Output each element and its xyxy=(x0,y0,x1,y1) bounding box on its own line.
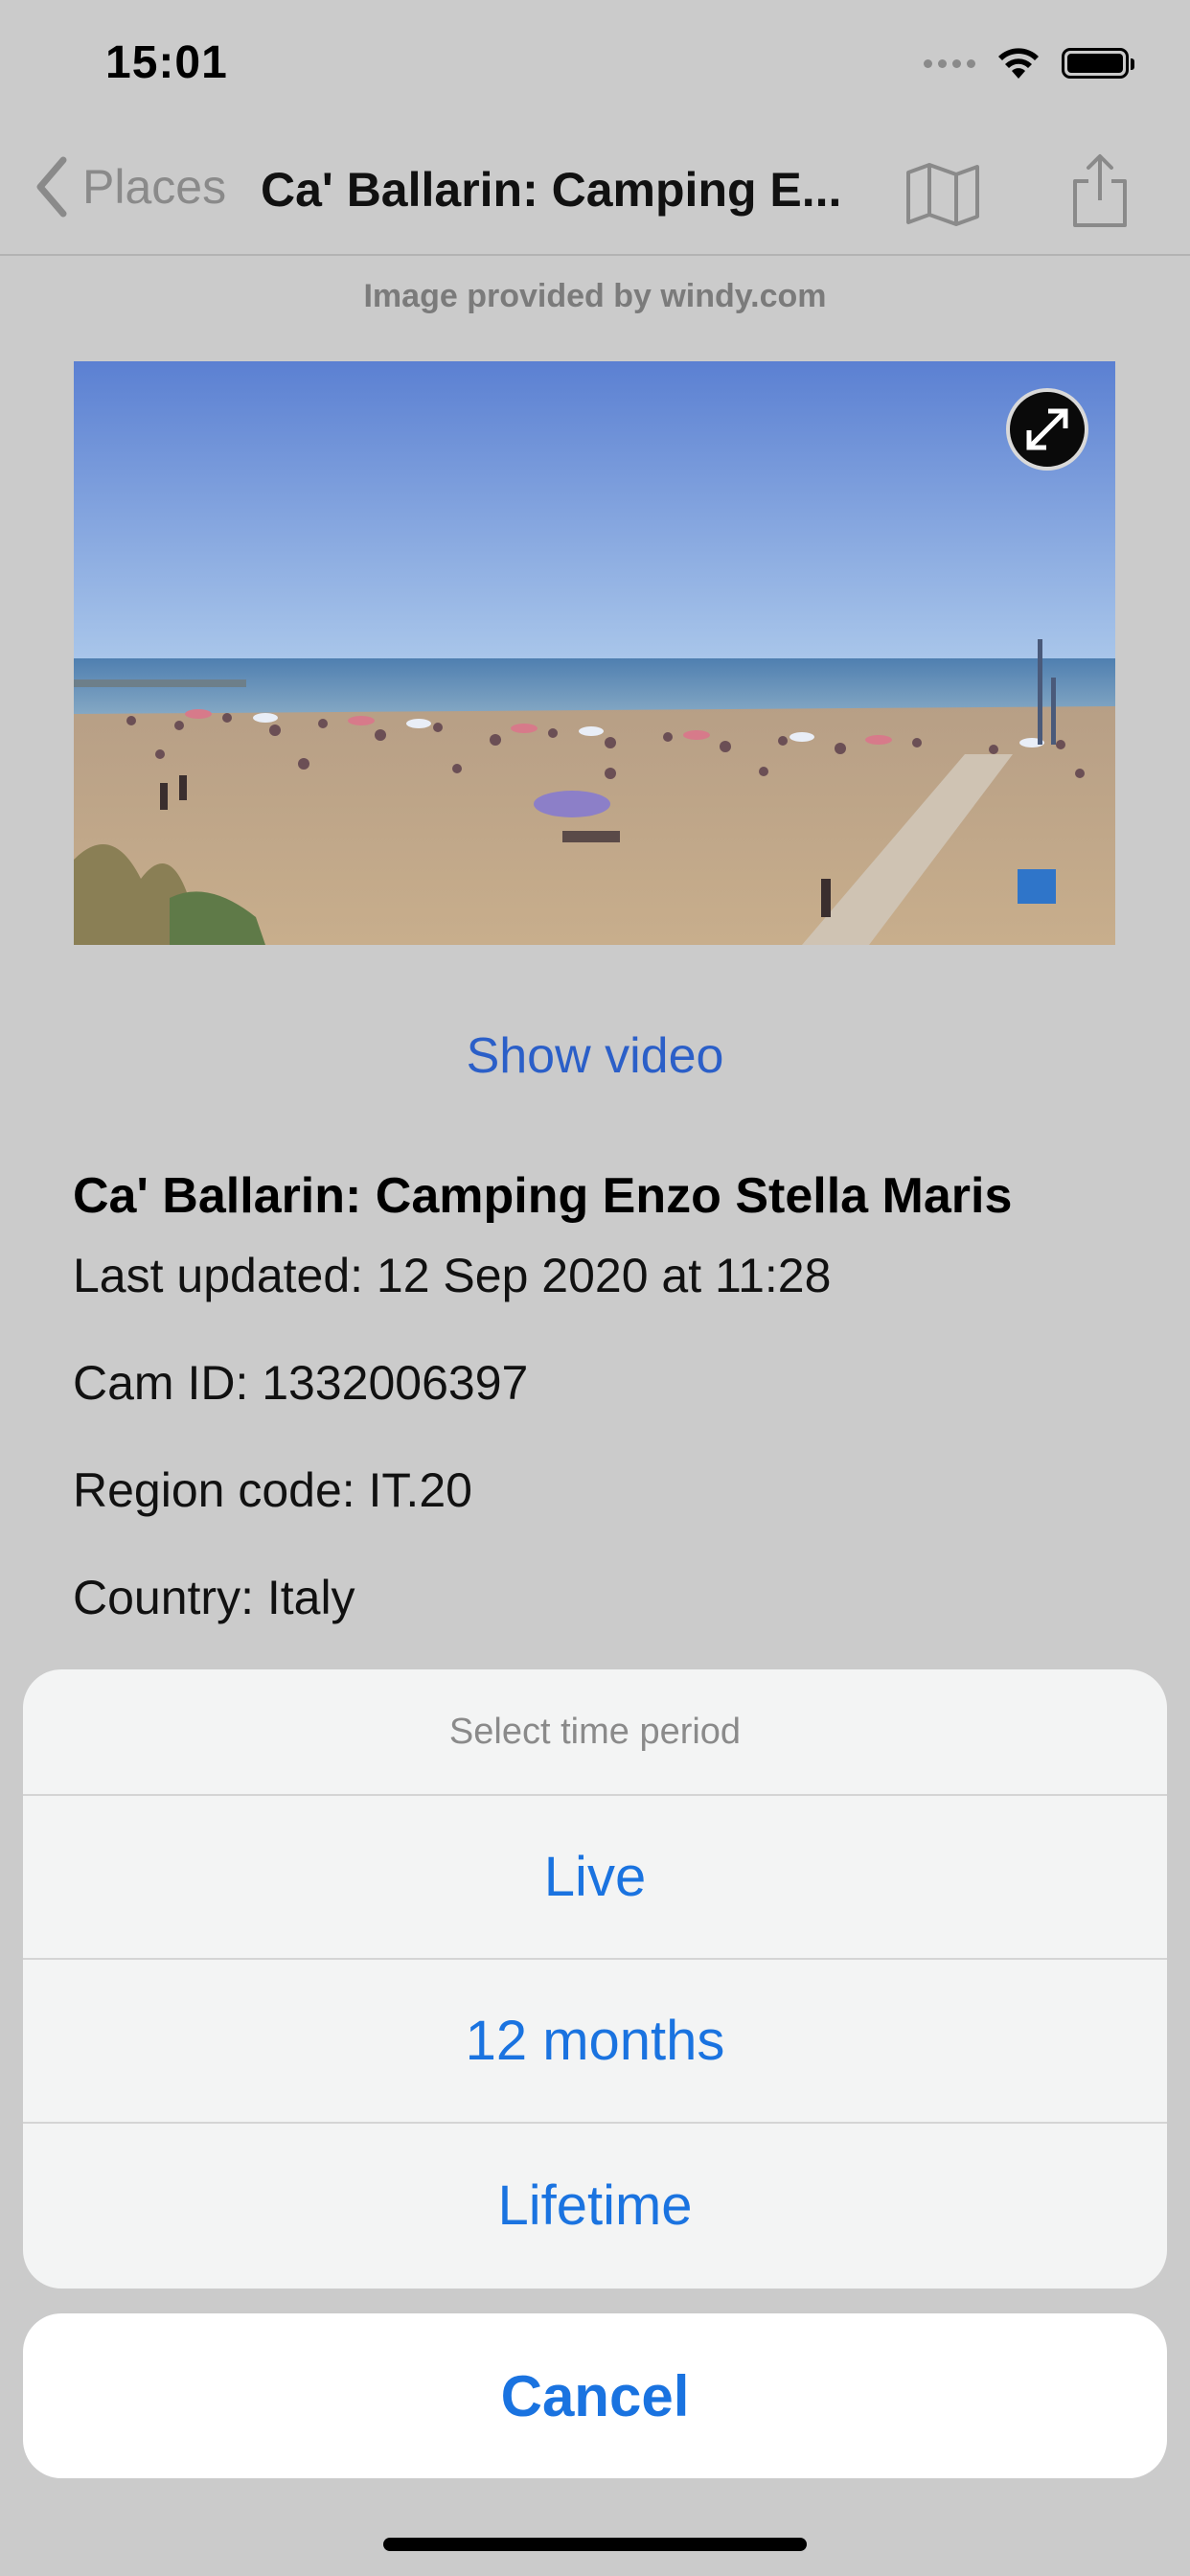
beach-scene-image xyxy=(74,361,1115,945)
option-live[interactable]: Live xyxy=(23,1796,1167,1960)
share-button[interactable] xyxy=(1069,152,1131,234)
status-bar: 15:01 xyxy=(0,0,1190,129)
map-button[interactable] xyxy=(904,161,981,233)
navigation-bar: Places Ca' Ballarin: Camping E... xyxy=(0,129,1190,256)
expand-button[interactable] xyxy=(1006,388,1088,471)
map-icon xyxy=(906,163,979,226)
option-12-months[interactable]: 12 months xyxy=(23,1960,1167,2124)
chevron-left-icon xyxy=(36,156,67,218)
cancel-button[interactable]: Cancel xyxy=(23,2313,1167,2478)
show-video-link[interactable]: Show video xyxy=(0,1027,1190,1085)
cam-id-text: Cam ID: 1332006397 xyxy=(73,1356,529,1410)
status-time: 15:01 xyxy=(105,37,228,88)
cellular-signal-icon xyxy=(924,58,975,68)
action-sheet-title: Select time period xyxy=(23,1669,1167,1796)
battery-icon xyxy=(1062,48,1134,79)
wifi-icon xyxy=(998,48,1039,79)
expand-arrows-icon xyxy=(1026,408,1068,450)
back-button[interactable]: Places xyxy=(34,156,226,218)
page-title: Ca' Ballarin: Camping E... xyxy=(261,163,842,217)
option-lifetime[interactable]: Lifetime xyxy=(23,2124,1167,2288)
webcam-image[interactable] xyxy=(74,361,1115,945)
back-button-label: Places xyxy=(82,160,227,214)
webcam-title: Ca' Ballarin: Camping Enzo Stella Maris xyxy=(73,1168,1013,1224)
region-code-text: Region code: IT.20 xyxy=(73,1463,472,1517)
country-text: Country: Italy xyxy=(73,1571,355,1624)
status-icons xyxy=(924,46,1134,80)
image-attribution: Image provided by windy.com xyxy=(363,278,827,314)
last-updated-text: Last updated: 12 Sep 2020 at 11:28 xyxy=(73,1249,832,1302)
home-indicator[interactable] xyxy=(383,2538,807,2551)
time-period-action-sheet: Select time period Live 12 months Lifeti… xyxy=(23,1669,1167,2288)
share-icon xyxy=(1073,154,1127,227)
